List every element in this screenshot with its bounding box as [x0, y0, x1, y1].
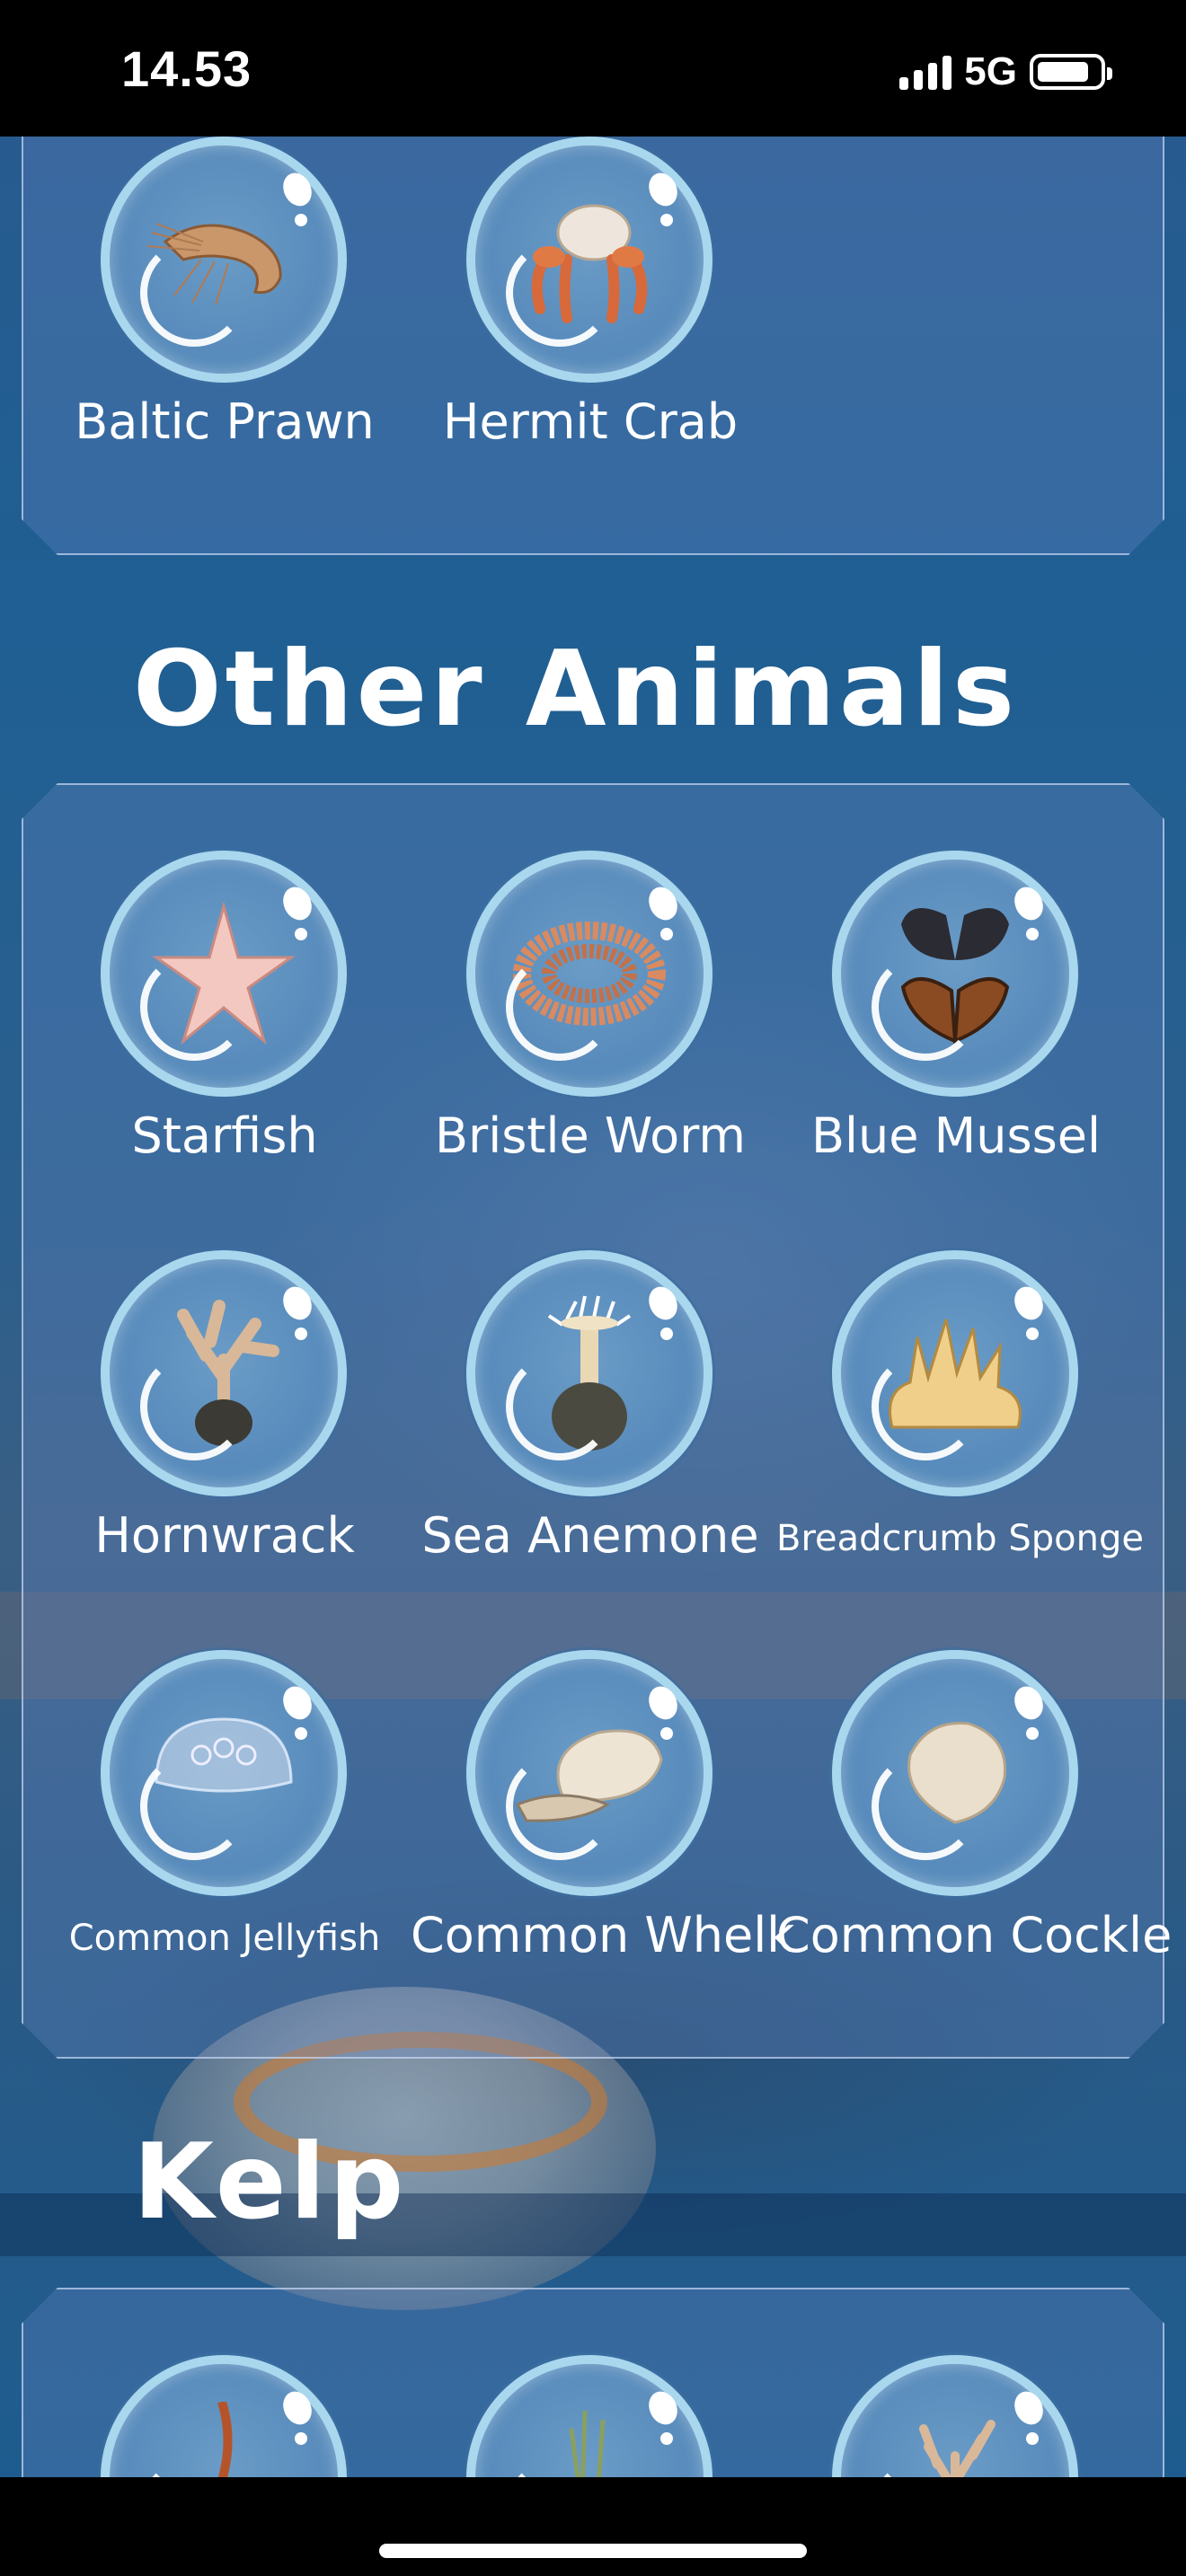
- species-bubble: [832, 851, 1078, 1097]
- section-title-other-animals: Other Animals: [133, 629, 1018, 750]
- species-label: Bristle Worm: [434, 1107, 747, 1164]
- home-indicator[interactable]: [379, 2544, 807, 2558]
- species-label: Breadcrumb Sponge: [776, 1518, 1144, 1559]
- species-item-kelp-1[interactable]: [45, 2355, 404, 2477]
- species-label: Common Jellyfish: [68, 1918, 381, 1959]
- species-label: Blue Mussel: [811, 1107, 1101, 1164]
- species-label: Sea Anemone: [421, 1507, 759, 1564]
- species-item-blue-mussel[interactable]: Blue Mussel: [776, 851, 1136, 1192]
- species-label: Hermit Crab: [442, 393, 739, 450]
- network-type: 5G: [964, 49, 1017, 93]
- species-label: Baltic Prawn: [75, 393, 375, 450]
- species-item-common-whelk[interactable]: Common Whelk: [411, 1650, 795, 1991]
- species-bubble: [832, 2355, 1078, 2477]
- battery-icon: [1030, 54, 1112, 90]
- species-bubble: [832, 1250, 1078, 1496]
- home-bar-area: [0, 2477, 1186, 2576]
- species-bubble: [466, 1650, 712, 1896]
- species-label: Common Cockle: [776, 1907, 1173, 1963]
- species-label: Common Whelk: [411, 1907, 795, 1963]
- species-item-common-cockle[interactable]: Common Cockle: [776, 1650, 1173, 1991]
- species-item-breadcrumb-sponge[interactable]: Breadcrumb Sponge: [776, 1250, 1144, 1592]
- species-bubble: [101, 137, 347, 383]
- species-item-hornwrack[interactable]: Hornwrack: [45, 1250, 404, 1592]
- status-indicators: 5G: [899, 47, 1112, 97]
- species-item-hermit-crab[interactable]: Hermit Crab: [411, 137, 770, 478]
- species-bubble: [101, 1650, 347, 1896]
- species-bubble: [466, 851, 712, 1097]
- species-item-baltic-prawn[interactable]: Baltic Prawn: [45, 137, 404, 478]
- status-time: 14.53: [121, 40, 252, 97]
- species-bubble: [101, 2355, 347, 2477]
- species-item-bristle-worm[interactable]: Bristle Worm: [411, 851, 770, 1192]
- species-item-starfish[interactable]: Starfish: [45, 851, 404, 1192]
- species-item-common-jellyfish[interactable]: Common Jellyfish: [45, 1650, 404, 1991]
- species-label: Starfish: [131, 1107, 318, 1164]
- species-bubble: [101, 851, 347, 1097]
- species-label: Hornwrack: [94, 1507, 355, 1564]
- species-bubble: [466, 137, 712, 383]
- signal-strength-icon: [899, 54, 952, 90]
- species-bubble: [832, 1650, 1078, 1896]
- species-item-kelp-2[interactable]: [411, 2355, 770, 2477]
- species-item-kelp-3[interactable]: [776, 2355, 1136, 2477]
- species-bubble: [466, 1250, 712, 1496]
- species-list[interactable]: Baltic Prawn Hermit Crab Other Animals S…: [0, 137, 1186, 2477]
- species-bubble: [466, 2355, 712, 2477]
- species-bubble: [101, 1250, 347, 1496]
- species-item-sea-anemone[interactable]: Sea Anemone: [411, 1250, 770, 1592]
- status-bar: 14.53 5G: [0, 0, 1186, 137]
- section-title-kelp: Kelp: [133, 2122, 408, 2243]
